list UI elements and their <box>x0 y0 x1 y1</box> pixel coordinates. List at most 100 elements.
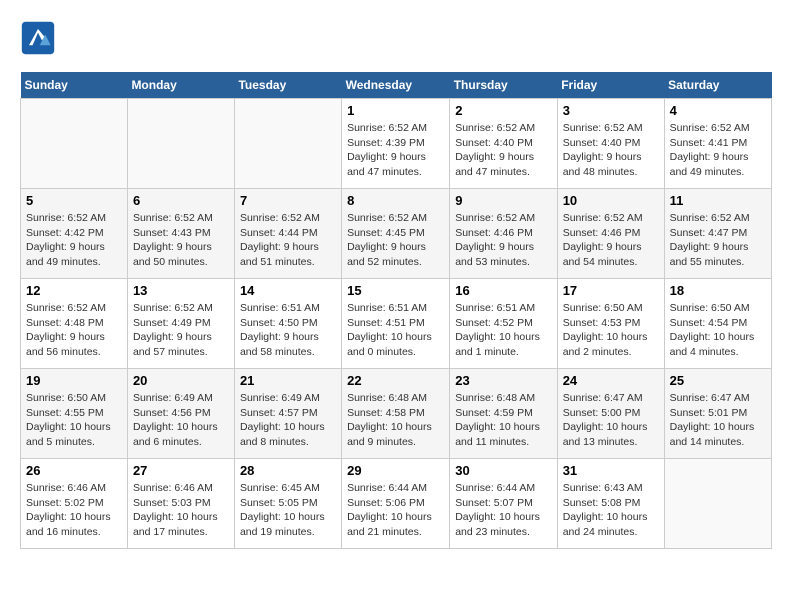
day-info: Sunrise: 6:44 AM Sunset: 5:06 PM Dayligh… <box>347 481 444 540</box>
calendar-cell: 5 Sunrise: 6:52 AM Sunset: 4:42 PM Daylig… <box>21 189 128 279</box>
day-number: 2 <box>455 103 551 118</box>
calendar-cell: 28 Sunrise: 6:45 AM Sunset: 5:05 PM Dayli… <box>234 459 341 549</box>
day-number: 12 <box>26 283 122 298</box>
week-row-2: 5 Sunrise: 6:52 AM Sunset: 4:42 PM Daylig… <box>21 189 772 279</box>
day-info: Sunrise: 6:46 AM Sunset: 5:03 PM Dayligh… <box>133 481 229 540</box>
day-number: 31 <box>563 463 659 478</box>
calendar-cell: 17Sunrise: 6:50 AM Sunset: 4:53 PM Dayli… <box>557 279 664 369</box>
day-number: 3 <box>563 103 659 118</box>
day-number: 9 <box>455 193 551 208</box>
day-info: Sunrise: 6:52 AM Sunset: 4:39 PM Dayligh… <box>347 121 444 180</box>
calendar-cell: 23 Sunrise: 6:48 AM Sunset: 4:59 PM Dayli… <box>450 369 557 459</box>
day-info: Sunrise: 6:45 AM Sunset: 5:05 PM Dayligh… <box>240 481 336 540</box>
calendar-cell: 25 Sunrise: 6:47 AM Sunset: 5:01 PM Dayli… <box>664 369 771 459</box>
day-info: Sunrise: 6:52 AM Sunset: 4:42 PM Dayligh… <box>26 211 122 270</box>
day-number: 14 <box>240 283 336 298</box>
day-info: Sunrise: 6:50 AM Sunset: 4:55 PM Dayligh… <box>26 391 122 450</box>
day-info: Sunrise: 6:46 AM Sunset: 5:02 PM Dayligh… <box>26 481 122 540</box>
day-info: Sunrise: 6:52 AM Sunset: 4:49 PM Dayligh… <box>133 301 229 360</box>
calendar-cell: 7 Sunrise: 6:52 AM Sunset: 4:44 PM Daylig… <box>234 189 341 279</box>
day-info: Sunrise: 6:52 AM Sunset: 4:46 PM Dayligh… <box>455 211 551 270</box>
calendar-cell: 11 Sunrise: 6:52 AM Sunset: 4:47 PM Dayli… <box>664 189 771 279</box>
calendar-cell: 15Sunrise: 6:51 AM Sunset: 4:51 PM Dayli… <box>342 279 450 369</box>
calendar-cell: 29Sunrise: 6:44 AM Sunset: 5:06 PM Dayli… <box>342 459 450 549</box>
weekday-header-thursday: Thursday <box>450 72 557 99</box>
calendar-cell: 8 Sunrise: 6:52 AM Sunset: 4:45 PM Daylig… <box>342 189 450 279</box>
weekday-header-row: SundayMondayTuesdayWednesdayThursdayFrid… <box>21 72 772 99</box>
calendar-cell: 9 Sunrise: 6:52 AM Sunset: 4:46 PM Daylig… <box>450 189 557 279</box>
calendar-cell: 13 Sunrise: 6:52 AM Sunset: 4:49 PM Dayli… <box>127 279 234 369</box>
calendar-cell: 2 Sunrise: 6:52 AM Sunset: 4:40 PM Daylig… <box>450 99 557 189</box>
week-row-3: 12 Sunrise: 6:52 AM Sunset: 4:48 PM Dayli… <box>21 279 772 369</box>
weekday-header-tuesday: Tuesday <box>234 72 341 99</box>
day-info: Sunrise: 6:48 AM Sunset: 4:58 PM Dayligh… <box>347 391 444 450</box>
day-number: 18 <box>670 283 766 298</box>
day-number: 26 <box>26 463 122 478</box>
weekday-header-friday: Friday <box>557 72 664 99</box>
day-number: 17 <box>563 283 659 298</box>
logo-icon <box>20 20 56 56</box>
calendar-cell: 1 Sunrise: 6:52 AM Sunset: 4:39 PM Daylig… <box>342 99 450 189</box>
day-number: 28 <box>240 463 336 478</box>
calendar-cell: 3 Sunrise: 6:52 AM Sunset: 4:40 PM Daylig… <box>557 99 664 189</box>
day-number: 23 <box>455 373 551 388</box>
calendar-cell: 30Sunrise: 6:44 AM Sunset: 5:07 PM Dayli… <box>450 459 557 549</box>
day-info: Sunrise: 6:52 AM Sunset: 4:46 PM Dayligh… <box>563 211 659 270</box>
day-number: 16 <box>455 283 551 298</box>
day-info: Sunrise: 6:52 AM Sunset: 4:47 PM Dayligh… <box>670 211 766 270</box>
day-number: 20 <box>133 373 229 388</box>
calendar-cell: 16Sunrise: 6:51 AM Sunset: 4:52 PM Dayli… <box>450 279 557 369</box>
day-number: 7 <box>240 193 336 208</box>
day-number: 27 <box>133 463 229 478</box>
day-info: Sunrise: 6:52 AM Sunset: 4:44 PM Dayligh… <box>240 211 336 270</box>
calendar-cell <box>21 99 128 189</box>
calendar-cell: 22 Sunrise: 6:48 AM Sunset: 4:58 PM Dayli… <box>342 369 450 459</box>
day-info: Sunrise: 6:49 AM Sunset: 4:57 PM Dayligh… <box>240 391 336 450</box>
weekday-header-monday: Monday <box>127 72 234 99</box>
day-number: 19 <box>26 373 122 388</box>
day-number: 11 <box>670 193 766 208</box>
day-number: 5 <box>26 193 122 208</box>
weekday-header-saturday: Saturday <box>664 72 771 99</box>
day-info: Sunrise: 6:44 AM Sunset: 5:07 PM Dayligh… <box>455 481 551 540</box>
calendar-cell: 20 Sunrise: 6:49 AM Sunset: 4:56 PM Dayli… <box>127 369 234 459</box>
day-number: 8 <box>347 193 444 208</box>
week-row-5: 26 Sunrise: 6:46 AM Sunset: 5:02 PM Dayli… <box>21 459 772 549</box>
calendar-cell: 12 Sunrise: 6:52 AM Sunset: 4:48 PM Dayli… <box>21 279 128 369</box>
calendar-cell: 31 Sunrise: 6:43 AM Sunset: 5:08 PM Dayli… <box>557 459 664 549</box>
day-info: Sunrise: 6:52 AM Sunset: 4:40 PM Dayligh… <box>455 121 551 180</box>
day-number: 6 <box>133 193 229 208</box>
calendar-cell <box>234 99 341 189</box>
calendar-cell <box>127 99 234 189</box>
day-number: 15 <box>347 283 444 298</box>
day-info: Sunrise: 6:47 AM Sunset: 5:00 PM Dayligh… <box>563 391 659 450</box>
day-info: Sunrise: 6:52 AM Sunset: 4:43 PM Dayligh… <box>133 211 229 270</box>
day-number: 21 <box>240 373 336 388</box>
logo <box>20 20 60 56</box>
day-number: 13 <box>133 283 229 298</box>
calendar-cell: 4Sunrise: 6:52 AM Sunset: 4:41 PM Daylig… <box>664 99 771 189</box>
calendar-cell: 26 Sunrise: 6:46 AM Sunset: 5:02 PM Dayli… <box>21 459 128 549</box>
calendar-cell <box>664 459 771 549</box>
weekday-header-sunday: Sunday <box>21 72 128 99</box>
week-row-4: 19 Sunrise: 6:50 AM Sunset: 4:55 PM Dayli… <box>21 369 772 459</box>
day-info: Sunrise: 6:52 AM Sunset: 4:40 PM Dayligh… <box>563 121 659 180</box>
day-info: Sunrise: 6:52 AM Sunset: 4:48 PM Dayligh… <box>26 301 122 360</box>
calendar-cell: 18Sunrise: 6:50 AM Sunset: 4:54 PM Dayli… <box>664 279 771 369</box>
day-number: 10 <box>563 193 659 208</box>
day-number: 25 <box>670 373 766 388</box>
week-row-1: 1 Sunrise: 6:52 AM Sunset: 4:39 PM Daylig… <box>21 99 772 189</box>
calendar-body: 1 Sunrise: 6:52 AM Sunset: 4:39 PM Daylig… <box>21 99 772 549</box>
weekday-header-wednesday: Wednesday <box>342 72 450 99</box>
day-number: 22 <box>347 373 444 388</box>
day-info: Sunrise: 6:47 AM Sunset: 5:01 PM Dayligh… <box>670 391 766 450</box>
day-number: 1 <box>347 103 444 118</box>
day-info: Sunrise: 6:43 AM Sunset: 5:08 PM Dayligh… <box>563 481 659 540</box>
calendar-cell: 14Sunrise: 6:51 AM Sunset: 4:50 PM Dayli… <box>234 279 341 369</box>
calendar-cell: 19 Sunrise: 6:50 AM Sunset: 4:55 PM Dayli… <box>21 369 128 459</box>
day-info: Sunrise: 6:52 AM Sunset: 4:45 PM Dayligh… <box>347 211 444 270</box>
calendar-cell: 27 Sunrise: 6:46 AM Sunset: 5:03 PM Dayli… <box>127 459 234 549</box>
day-info: Sunrise: 6:49 AM Sunset: 4:56 PM Dayligh… <box>133 391 229 450</box>
day-number: 24 <box>563 373 659 388</box>
day-info: Sunrise: 6:48 AM Sunset: 4:59 PM Dayligh… <box>455 391 551 450</box>
